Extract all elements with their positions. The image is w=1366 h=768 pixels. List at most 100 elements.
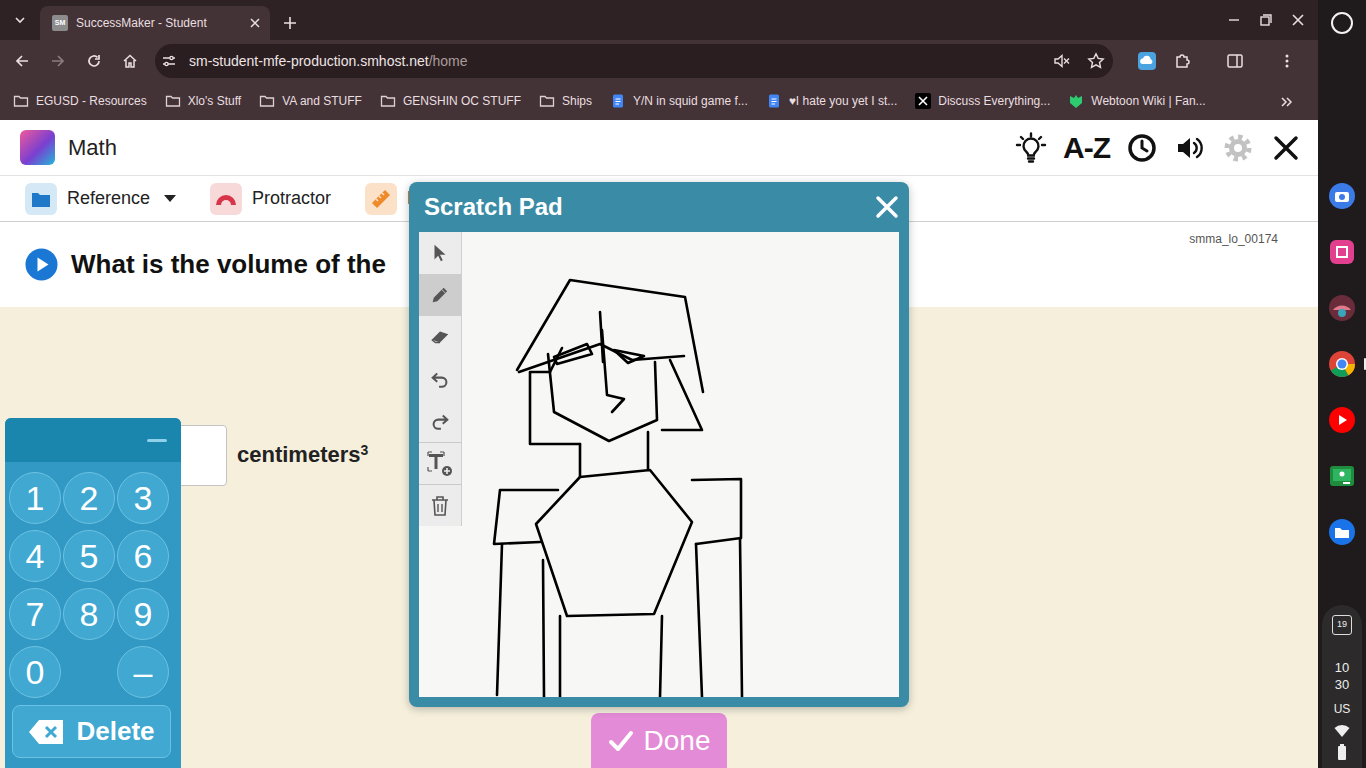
keypad-key[interactable]: 4: [9, 530, 61, 582]
keypad-row: 456: [9, 530, 169, 582]
keypad-key[interactable]: 8: [63, 588, 115, 640]
redo-tool-icon[interactable]: [419, 400, 461, 442]
tab-strip: SMSuccessMaker - Student: [0, 0, 1318, 40]
tab-search-icon[interactable]: [0, 0, 40, 40]
glossary-button[interactable]: A-Z: [1059, 125, 1114, 170]
extension-icon[interactable]: [1129, 43, 1165, 79]
input-method[interactable]: US: [1334, 700, 1351, 718]
doc-icon: [766, 93, 782, 109]
keypad-header[interactable]: [5, 418, 181, 462]
files-app-icon[interactable]: [1328, 518, 1356, 546]
camera-app-icon[interactable]: [1328, 182, 1356, 210]
menu-icon[interactable]: [1269, 43, 1305, 79]
bookmark-item[interactable]: GENSHIN OC STUFF: [373, 88, 528, 114]
scratch-pad-body: [419, 232, 899, 697]
scratch-pad-header[interactable]: Scratch Pad: [409, 182, 909, 232]
close-tab-icon[interactable]: [250, 18, 260, 28]
undo-tool-icon[interactable]: [419, 358, 461, 400]
youtube-app-icon[interactable]: [1328, 406, 1356, 434]
bookmark-item[interactable]: Discuss Everything...: [908, 88, 1057, 114]
play-audio-icon[interactable]: [25, 248, 58, 281]
bookmark-item[interactable]: Xlo's Stuff: [158, 88, 248, 114]
tool-label: Protractor: [252, 185, 331, 212]
drawing-canvas[interactable]: [462, 232, 899, 697]
app-logo-icon: [20, 130, 55, 165]
dropdown-caret-icon[interactable]: [164, 195, 176, 203]
gem-app-icon[interactable]: [1328, 238, 1356, 266]
keypad-key[interactable]: –: [117, 646, 169, 698]
tab-title: SuccessMaker - Student: [76, 14, 242, 32]
eraser-tool-icon[interactable]: [419, 316, 461, 358]
keypad-row: 123: [9, 472, 169, 524]
calendar-date[interactable]: 19: [1332, 615, 1352, 635]
bookmark-item[interactable]: EGUSD - Resources: [6, 88, 154, 114]
game-app-icon[interactable]: [1328, 294, 1356, 322]
home-icon[interactable]: [112, 43, 148, 79]
keypad-key[interactable]: 9: [117, 588, 169, 640]
bookmark-label: Y/N in squid game f...: [633, 92, 748, 110]
more-bookmarks-icon[interactable]: [1280, 92, 1294, 110]
address-bar[interactable]: sm-student-mfe-production.smhost.net/hom…: [155, 44, 1113, 78]
side-panel-icon[interactable]: [1217, 43, 1253, 79]
battery-icon[interactable]: [1337, 744, 1347, 760]
reload-icon[interactable]: [76, 43, 112, 79]
keypad-keys: 123 456 789 0 – Delete: [5, 462, 181, 758]
done-button[interactable]: Done: [591, 713, 727, 768]
keypad-key[interactable]: 3: [117, 472, 169, 524]
scratch-pad-window[interactable]: Scratch Pad: [409, 182, 909, 707]
close-window-icon[interactable]: [1282, 0, 1314, 40]
clock-icon[interactable]: [1122, 128, 1162, 168]
item-code: smma_lo_00174: [1189, 230, 1278, 248]
classroom-app-icon[interactable]: [1328, 462, 1356, 490]
backspace-icon: [28, 719, 64, 745]
url-path[interactable]: /home: [429, 51, 468, 72]
back-icon[interactable]: [4, 43, 40, 79]
restore-icon[interactable]: [1250, 0, 1282, 40]
extensions-puzzle-icon[interactable]: [1165, 43, 1201, 79]
unit-text: centimeters: [237, 442, 361, 467]
bookmark-item[interactable]: Webtoon Wiki | Fan...: [1061, 88, 1212, 114]
site-info-icon[interactable]: [161, 53, 177, 69]
fandom-icon: [1068, 93, 1084, 109]
url-host[interactable]: sm-student-mfe-production.smhost.net: [189, 51, 429, 72]
trash-tool-icon[interactable]: [419, 484, 461, 526]
keypad-key[interactable]: 7: [9, 588, 61, 640]
bookmark-item[interactable]: VA and STUFF: [252, 88, 369, 114]
settings-gear-icon: [1218, 128, 1258, 168]
protractor-tool[interactable]: Protractor: [210, 183, 331, 215]
wifi-icon[interactable]: [1334, 724, 1350, 738]
keypad-key[interactable]: 5: [63, 530, 115, 582]
tab-muted-icon[interactable]: [1053, 52, 1071, 70]
new-tab-icon[interactable]: [270, 6, 310, 40]
bookmark-star-icon[interactable]: [1087, 52, 1105, 70]
select-tool-icon[interactable]: [419, 232, 461, 274]
lightbulb-icon[interactable]: [1011, 128, 1051, 168]
answer-unit: centimeters3: [237, 438, 368, 471]
minimize-icon[interactable]: [1218, 0, 1250, 40]
bookmark-label: ♥I hate you yet I st...: [789, 92, 898, 110]
chrome-app-icon[interactable]: [1328, 350, 1356, 378]
check-icon: [608, 729, 634, 753]
minimize-keypad-icon[interactable]: [147, 439, 167, 442]
pen-tool-icon[interactable]: [419, 274, 461, 316]
reference-tool[interactable]: Reference: [25, 183, 176, 215]
close-activity-icon[interactable]: [1266, 128, 1306, 168]
bookmark-item[interactable]: Y/N in squid game f...: [603, 88, 755, 114]
bookmark-label: Webtoon Wiki | Fan...: [1091, 92, 1205, 110]
delete-button[interactable]: Delete: [12, 705, 171, 758]
browser-tab[interactable]: SMSuccessMaker - Student: [40, 6, 270, 40]
keypad-key[interactable]: 6: [117, 530, 169, 582]
keypad-window[interactable]: 123 456 789 0 – Delete: [5, 418, 181, 768]
text-tool-icon[interactable]: [419, 442, 461, 484]
status-area[interactable]: 19 1030 US: [1322, 605, 1362, 768]
speaker-icon[interactable]: [1170, 128, 1210, 168]
close-scratch-pad-icon[interactable]: [875, 195, 899, 220]
forward-icon: [40, 43, 76, 79]
keypad-key[interactable]: 0: [9, 646, 61, 698]
keypad-key[interactable]: 1: [9, 472, 61, 524]
bookmark-item[interactable]: Ships: [532, 88, 599, 114]
bookmark-item[interactable]: ♥I hate you yet I st...: [759, 88, 905, 114]
keypad-key[interactable]: 2: [63, 472, 115, 524]
launcher-icon[interactable]: [1331, 12, 1353, 34]
clock[interactable]: 1030: [1335, 659, 1349, 694]
